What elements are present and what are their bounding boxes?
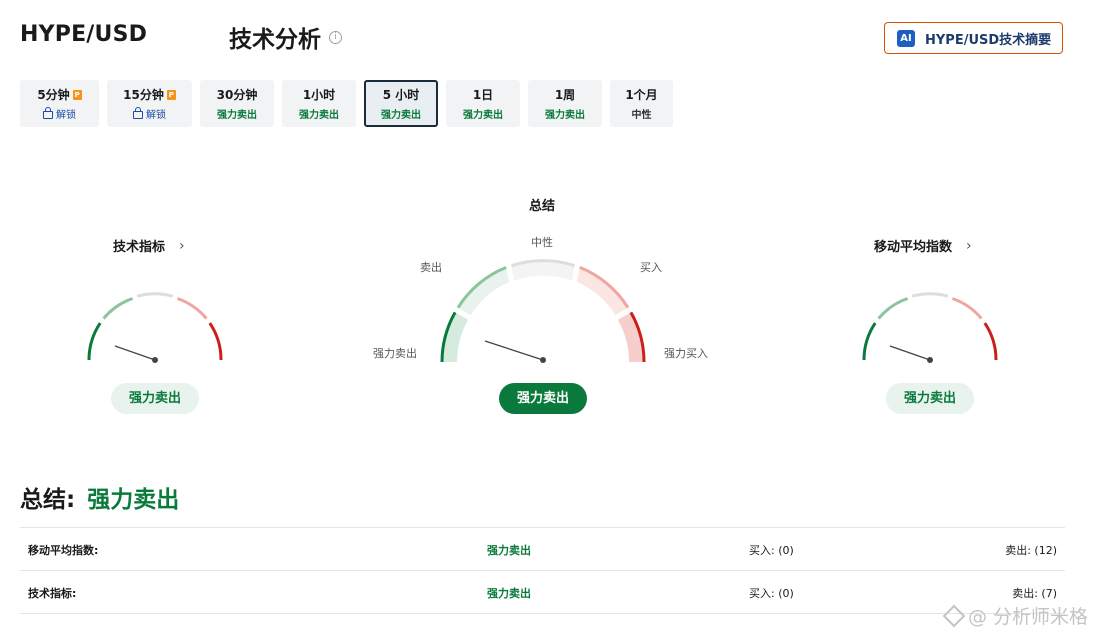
tab-label: 30分钟 <box>216 88 258 102</box>
gauge-needle <box>114 345 156 361</box>
tab-5hour[interactable]: 5 小时 强力卖出 <box>364 80 438 127</box>
lock-icon <box>133 107 143 119</box>
timeframe-tabs: 5分钟 P 解锁 15分钟 P 解锁 30分钟 强力卖出 1小时 强力卖出 5 小时… <box>20 80 673 127</box>
pro-badge-icon: P <box>72 89 82 100</box>
watermark-logo-icon <box>942 604 966 627</box>
technical-indicators-result: 强力卖出 <box>111 383 199 414</box>
row-buy-count: 买入: (0) <box>749 544 794 557</box>
gauge-arc-neutral <box>911 292 949 298</box>
gauge-arc-strong-sell <box>87 322 102 361</box>
row-value: 强力卖出 <box>487 544 531 557</box>
watermark: @ 分析师米格 <box>942 602 1088 629</box>
tab-1day[interactable]: 1日 强力卖出 <box>446 80 520 127</box>
tab-label: 1周 <box>554 88 576 102</box>
gauge-label-neutral: 中性 <box>531 236 553 249</box>
technical-indicators-gauge <box>87 292 223 363</box>
page-title: 技术分析 i <box>229 20 342 54</box>
tab-signal: 中性 <box>631 110 652 121</box>
gauge-title-label: 技术指标 <box>113 240 166 255</box>
tab-label: 1小时 <box>302 88 336 102</box>
ai-icon: AI <box>897 29 915 47</box>
row-value: 强力卖出 <box>487 587 531 600</box>
tab-unlock-label: 解锁 <box>146 110 166 121</box>
tab-15min[interactable]: 15分钟 P 解锁 <box>107 80 192 127</box>
summary-gauge-result: 强力卖出 <box>499 383 587 414</box>
ai-summary-label: HYPE/USD技术摘要 <box>925 32 1052 48</box>
gauge-title-label: 移动平均指数 <box>874 240 953 255</box>
table-row: 技术指标: 强力卖出 买入: (0) 卖出: (7) <box>20 571 1065 614</box>
tab-label: 5 小时 <box>382 88 420 102</box>
row-sell-count: 卖出: (12) <box>1005 544 1057 557</box>
gauge-arc-buy <box>951 297 983 320</box>
tab-label: 1日 <box>472 88 494 102</box>
tab-label: 1个月 <box>625 88 658 102</box>
tab-signal: 强力卖出 <box>463 110 503 121</box>
gauge-arc-strong-sell <box>862 322 877 361</box>
gauge-arc-strong-buy <box>983 322 998 361</box>
tab-30min[interactable]: 30分钟 强力卖出 <box>200 80 274 127</box>
table-row: 移动平均指数: 强力卖出 买入: (0) 卖出: (12) <box>20 528 1065 571</box>
gauge-needle <box>484 340 544 361</box>
summary-table: 移动平均指数: 强力卖出 买入: (0) 卖出: (12) 技术指标: 强力卖出… <box>20 527 1065 614</box>
tab-signal: 强力卖出 <box>545 110 585 121</box>
pair-title: HYPE/USD <box>20 22 148 47</box>
tab-signal: 强力卖出 <box>381 110 421 121</box>
chevron-right-icon[interactable]: › <box>179 238 185 254</box>
row-name: 移动平均指数: <box>28 544 99 557</box>
gauge-needle <box>889 345 931 361</box>
gauge-band-sell <box>458 267 510 316</box>
tab-1month[interactable]: 1个月 中性 <box>610 80 673 127</box>
pro-badge-icon: P <box>166 89 176 100</box>
summary-gauge <box>440 259 646 363</box>
summary-heading-label: 总结: <box>20 487 76 513</box>
summary-gauge-title: 总结 <box>529 199 556 214</box>
tab-unlock-label: 解锁 <box>56 110 76 121</box>
tab-label: 15分钟 <box>123 88 164 102</box>
summary-heading: 总结: 强力卖出 <box>20 480 179 514</box>
moving-averages-result: 强力卖出 <box>886 383 974 414</box>
gauge-label-strong-sell: 强力卖出 <box>373 347 417 360</box>
gauge-arc-neutral <box>136 292 174 298</box>
chevron-right-icon[interactable]: › <box>966 238 972 254</box>
gauge-needle-pivot <box>540 357 546 363</box>
gauge-label-strong-buy: 强力买入 <box>664 347 708 360</box>
gauge-arc-strong-buy <box>208 322 223 361</box>
page-title-text: 技术分析 <box>229 27 321 53</box>
tab-1hour[interactable]: 1小时 强力卖出 <box>282 80 356 127</box>
row-sell-count: 卖出: (7) <box>1012 587 1057 600</box>
info-icon[interactable]: i <box>329 30 342 44</box>
moving-averages-gauge <box>862 292 998 363</box>
gauge-needle-pivot <box>152 357 158 363</box>
tab-signal: 强力卖出 <box>217 110 257 121</box>
gauge-needle-pivot <box>927 357 933 363</box>
tab-1week[interactable]: 1周 强力卖出 <box>528 80 602 127</box>
row-buy-count: 买入: (0) <box>749 587 794 600</box>
technical-indicators-title[interactable]: 技术指标 › <box>113 236 185 256</box>
ai-summary-button[interactable]: AI HYPE/USD技术摘要 <box>884 22 1063 54</box>
moving-averages-title[interactable]: 移动平均指数 › <box>874 236 972 256</box>
gauge-arc-buy <box>176 297 208 320</box>
row-name: 技术指标: <box>28 587 77 600</box>
gauge-band-buy <box>576 267 628 316</box>
lock-icon <box>43 107 53 119</box>
tab-signal: 强力卖出 <box>299 110 339 121</box>
watermark-text: @ 分析师米格 <box>967 606 1088 628</box>
summary-heading-value: 强力卖出 <box>87 487 180 513</box>
tab-label: 5分钟 <box>37 88 70 102</box>
gauge-arc-sell <box>102 297 134 320</box>
gauge-arc-sell <box>877 297 909 320</box>
tab-5min[interactable]: 5分钟 P 解锁 <box>20 80 99 127</box>
